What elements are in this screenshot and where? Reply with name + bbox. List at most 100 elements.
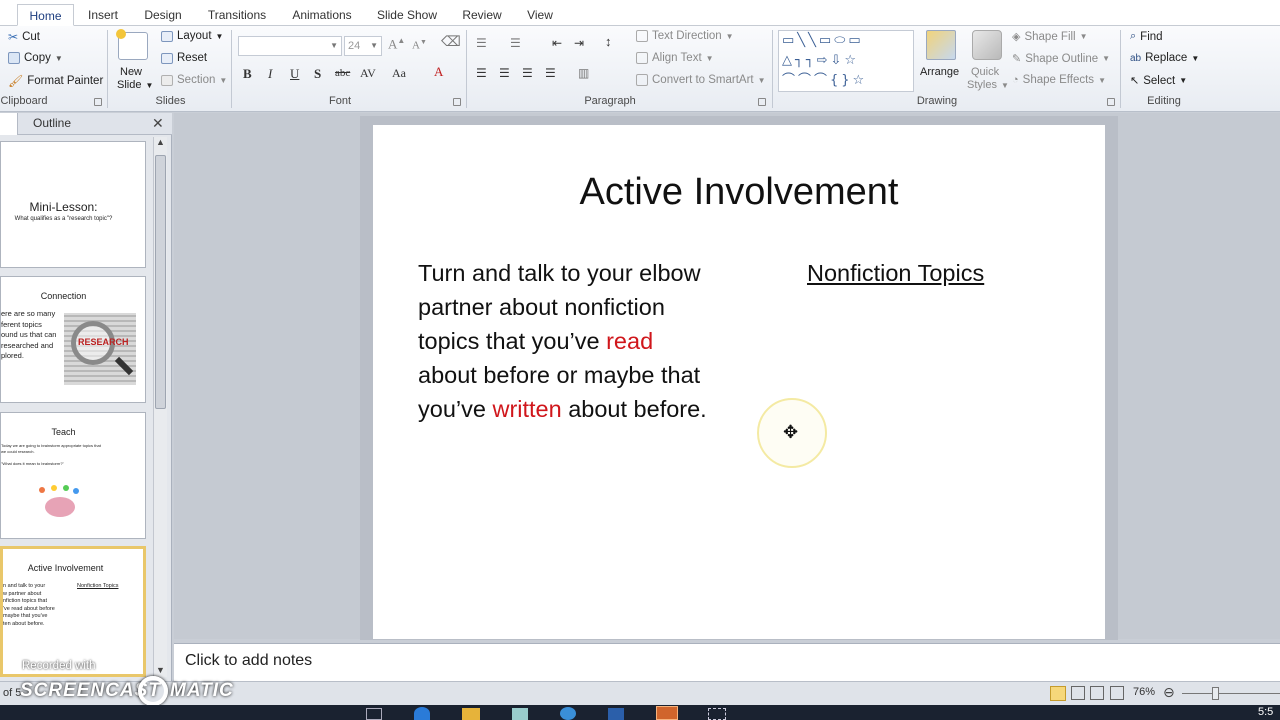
reading-view-icon[interactable] <box>1090 686 1104 700</box>
align-left-icon[interactable]: ☰ <box>476 66 487 81</box>
convert-smartart-button[interactable]: Convert to SmartArt ▼ <box>636 74 766 86</box>
copy-button[interactable]: Copy ▼ <box>8 52 63 64</box>
clear-formatting-icon[interactable]: ⌫ <box>441 34 461 51</box>
justify-icon[interactable]: ☰ <box>545 66 556 81</box>
align-text-button[interactable]: Align Text ▼ <box>636 52 714 64</box>
watermark-recorded: Recorded with <box>22 660 96 672</box>
new-slide-dropdown[interactable]: Slide ▼ <box>117 79 153 91</box>
powerpoint-icon[interactable] <box>656 706 678 720</box>
underline-icon[interactable]: U <box>290 66 299 82</box>
taskbar-app-icon[interactable] <box>366 708 382 720</box>
tab-design[interactable]: Design <box>136 4 190 26</box>
reset-button[interactable]: Reset <box>161 52 207 64</box>
decrease-indent-icon[interactable]: ⇤ <box>552 36 562 51</box>
zoom-slider-thumb[interactable] <box>1212 687 1219 700</box>
font-size-input[interactable]: 24 ▼ <box>344 36 382 56</box>
change-case-icon[interactable]: Aa <box>392 66 406 81</box>
replace-button[interactable]: ab Replace ▼ <box>1130 52 1199 64</box>
thumbnail-scrollbar[interactable]: ▲ ▼ <box>153 137 167 677</box>
snip-icon[interactable] <box>708 708 726 720</box>
tab-transitions[interactable]: Transitions <box>200 4 274 26</box>
new-slide-icon[interactable] <box>116 29 148 60</box>
layout-button[interactable]: Layout ▼ <box>161 30 223 42</box>
arrange-button[interactable]: Arrange <box>920 66 959 78</box>
italic-icon[interactable]: I <box>268 66 272 82</box>
align-center-icon[interactable]: ☰ <box>499 66 510 81</box>
line-spacing-icon[interactable]: ↕ <box>605 34 612 50</box>
slide-sorter-icon[interactable] <box>1071 686 1085 700</box>
arrange-icon[interactable] <box>926 30 956 60</box>
columns-icon[interactable]: ▥ <box>578 66 589 81</box>
slide-thumbnail-2[interactable]: Connection ere are so many ferent topics… <box>0 276 146 403</box>
bold-icon[interactable]: B <box>243 66 252 82</box>
tab-animations[interactable]: Animations <box>284 4 360 26</box>
text-shadow-icon[interactable]: S <box>314 66 321 82</box>
tab-review[interactable]: Review <box>455 4 509 26</box>
clipboard-launcher-icon[interactable] <box>94 98 102 106</box>
slide-show-view-icon[interactable] <box>1110 686 1124 700</box>
thumb-subtitle: What qualifies as a "research topic"? <box>14 216 113 222</box>
styles-label: Styles <box>967 79 997 91</box>
font-launcher-icon[interactable] <box>453 98 461 106</box>
notes-placeholder: Click to add notes <box>185 652 313 669</box>
quick-styles-icon[interactable] <box>972 30 1002 60</box>
notes-pane[interactable]: Click to add notes <box>174 643 1280 681</box>
bullets-icon[interactable]: ☰ <box>476 36 487 51</box>
tab-home[interactable]: Home <box>17 4 74 26</box>
scrollbar-thumb[interactable] <box>155 155 166 409</box>
chevron-down-icon: ▼ <box>1098 75 1106 85</box>
cut-button[interactable]: ✂ Cut <box>8 30 40 44</box>
group-divider <box>231 30 232 108</box>
paragraph-launcher-icon[interactable] <box>758 98 766 106</box>
slide-canvas[interactable]: Active Involvement Turn and talk to your… <box>373 125 1105 639</box>
tab-insert[interactable]: Insert <box>80 4 126 26</box>
new-slide-button[interactable]: New <box>120 66 142 78</box>
shrink-font-icon[interactable]: A▼ <box>412 38 427 52</box>
quick-label: Quick <box>971 66 1000 78</box>
format-painter-button[interactable]: 🖌 Format Painter <box>8 74 103 88</box>
slide-thumbnail-3[interactable]: Teach Today we are going to brainstorm a… <box>0 412 146 539</box>
scroll-up-icon[interactable]: ▲ <box>156 137 165 147</box>
zoom-out-icon[interactable]: ⊖ <box>1163 684 1175 701</box>
numbering-icon[interactable]: ☰ <box>510 36 521 51</box>
tab-view[interactable]: View <box>520 4 560 26</box>
zoom-slider[interactable] <box>1182 693 1280 694</box>
font-name-input[interactable]: ▼ <box>238 36 342 56</box>
shapes-gallery[interactable]: ▭╲╲▭⬭▭ △┐┐⇨⇩☆ ⌒⌒⌒{}☆ <box>778 30 914 92</box>
zoom-level[interactable]: 76% <box>1133 686 1155 698</box>
strikethrough-icon[interactable]: abc <box>335 67 350 79</box>
quick-styles-button[interactable]: Quick <box>971 66 999 78</box>
slide-body-text[interactable]: Turn and talk to your elbow partner abou… <box>418 256 718 426</box>
find-button[interactable]: ⌕ Find <box>1130 30 1163 43</box>
shape-fill-button[interactable]: ◈ Shape Fill ▼ <box>1012 30 1088 44</box>
close-pane-icon[interactable]: ✕ <box>152 115 164 132</box>
character-spacing-icon[interactable]: AV <box>360 66 376 81</box>
store-icon[interactable] <box>512 708 528 720</box>
slide-title[interactable]: Active Involvement <box>373 171 1105 214</box>
slide-thumbnail-4[interactable]: Active Involvement n and talk to your w … <box>0 546 146 677</box>
align-right-icon[interactable]: ☰ <box>522 66 533 81</box>
quick-styles-dropdown[interactable]: Styles ▼ <box>967 79 1009 91</box>
increase-indent-icon[interactable]: ⇥ <box>574 36 584 51</box>
chrome-icon[interactable] <box>560 707 576 720</box>
body-text-read: read <box>606 328 654 354</box>
section-button[interactable]: Section ▼ <box>161 74 227 86</box>
shape-outline-button[interactable]: ✎ Shape Outline ▼ <box>1012 52 1110 66</box>
tab-outline[interactable]: Outline <box>22 116 82 135</box>
word-icon[interactable] <box>608 708 624 720</box>
select-button[interactable]: ↖ Select ▼ <box>1130 74 1187 88</box>
tab-slide-show[interactable]: Slide Show <box>370 4 444 26</box>
slide-right-heading[interactable]: Nonfiction Topics <box>807 260 984 287</box>
font-color-icon[interactable]: A <box>434 64 443 80</box>
chevron-down-icon: ▼ <box>1000 80 1009 90</box>
ie-icon[interactable] <box>414 707 430 720</box>
text-direction-button[interactable]: Text Direction ▼ <box>636 30 734 42</box>
tab-slides[interactable] <box>0 113 18 135</box>
normal-view-icon[interactable] <box>1050 686 1066 701</box>
scroll-down-icon[interactable]: ▼ <box>156 665 165 675</box>
shape-effects-button[interactable]: ◔ Shape Effects ▼ <box>1012 74 1106 86</box>
grow-font-icon[interactable]: A▲ <box>388 36 405 52</box>
slide-thumbnail-1[interactable]: Mini-Lesson: What qualifies as a "resear… <box>0 141 146 268</box>
folder-icon[interactable] <box>462 708 480 720</box>
drawing-launcher-icon[interactable] <box>1107 98 1115 106</box>
